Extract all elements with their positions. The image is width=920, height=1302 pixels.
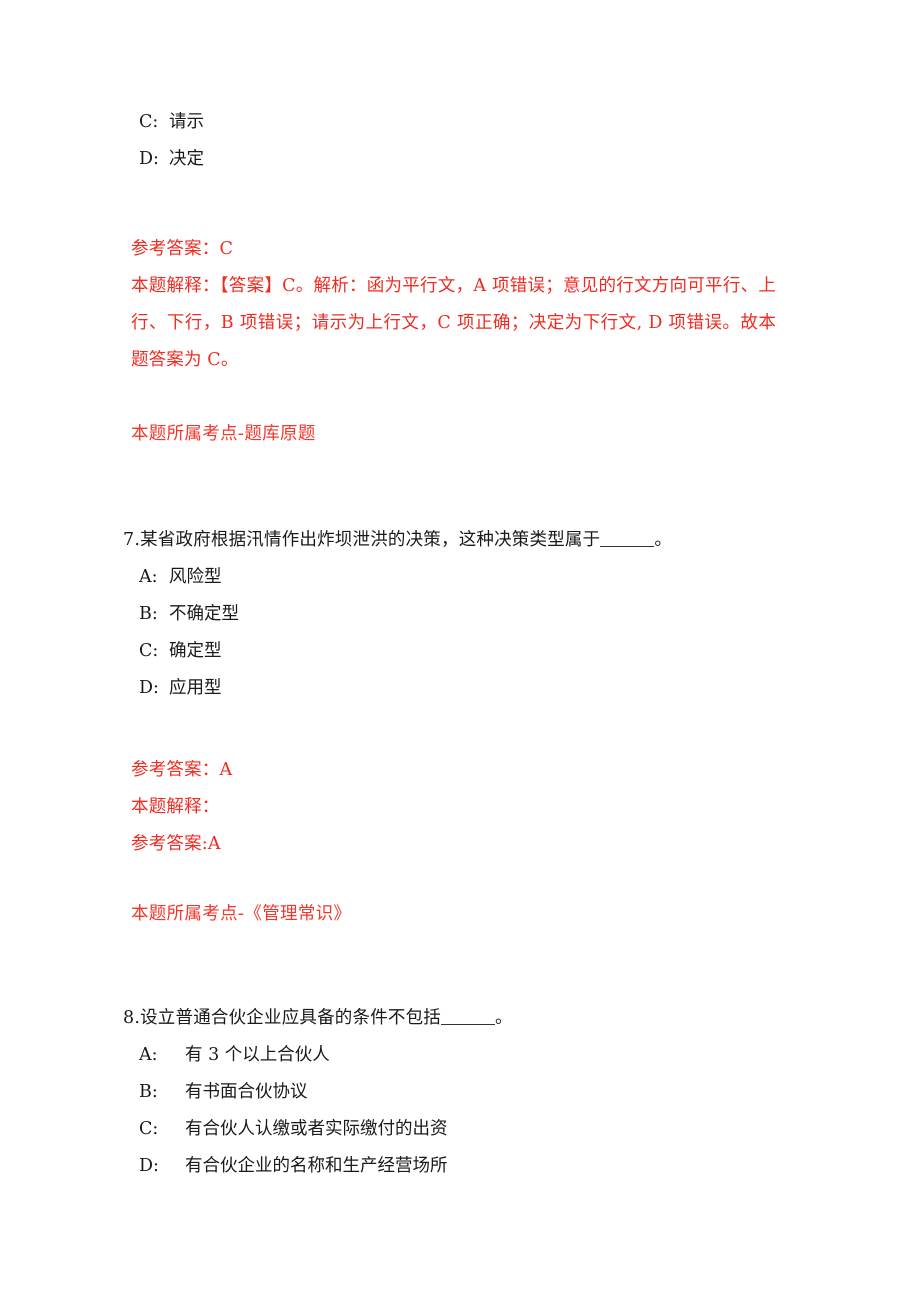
option-item: C: 确定型 bbox=[131, 633, 779, 670]
option-label: D: bbox=[139, 149, 159, 169]
option-text: 不确定型 bbox=[169, 604, 239, 624]
answer-repeat: 参考答案:A bbox=[131, 834, 221, 854]
answer-label: 参考答案：A bbox=[131, 760, 233, 780]
fill-in-blank bbox=[441, 1024, 496, 1025]
option-text: 有合伙人认缴或者实际缴付的出资 bbox=[185, 1119, 448, 1139]
answer-explanation: 本题解释：【答案】C。解析：函为平行文，A 项错误；意见的行文方向可平行、上行、… bbox=[131, 276, 776, 370]
option-text: 决定 bbox=[169, 149, 204, 169]
question-stem-text: 某省政府根据汛情作出炸坝泄洪的决策，这种决策类型属于 bbox=[140, 530, 601, 550]
question-stem-tail: 。 bbox=[495, 1008, 513, 1028]
option-text: 请示 bbox=[169, 112, 204, 132]
option-item: D: 决定 bbox=[131, 141, 779, 178]
option-item: D: 有合伙企业的名称和生产经营场所 bbox=[131, 1148, 779, 1185]
option-item: D: 应用型 bbox=[131, 670, 779, 707]
option-item: B: 不确定型 bbox=[131, 596, 779, 633]
option-text: 风险型 bbox=[169, 567, 222, 587]
question7-options: A: 风险型 B: 不确定型 C: 确定型 D: 应用型 bbox=[131, 559, 779, 707]
question7-answer-block: 参考答案：A 本题解释： 参考答案:A bbox=[131, 752, 779, 863]
option-label: C: bbox=[139, 112, 159, 132]
question8-stem: 8.设立普通合伙企业应具备的条件不包括 。 bbox=[123, 1000, 779, 1037]
option-label: B: bbox=[139, 1082, 158, 1102]
question-number: 7. bbox=[123, 530, 141, 550]
option-label: C: bbox=[139, 641, 159, 661]
option-text: 有合伙企业的名称和生产经营场所 bbox=[185, 1156, 448, 1176]
option-label: C: bbox=[139, 1119, 159, 1139]
question-stem-text: 设立普通合伙企业应具备的条件不包括 bbox=[140, 1008, 442, 1028]
question7-stem: 7.某省政府根据汛情作出炸坝泄洪的决策，这种决策类型属于 。 bbox=[123, 522, 779, 559]
option-label: B: bbox=[139, 604, 158, 624]
option-text: 有书面合伙协议 bbox=[185, 1082, 308, 1102]
option-text: 应用型 bbox=[169, 678, 222, 698]
option-item: C: 请示 bbox=[131, 104, 779, 141]
fill-in-blank bbox=[600, 546, 655, 547]
option-item: A: 风险型 bbox=[131, 559, 779, 596]
answer-label: 参考答案：C bbox=[131, 239, 234, 259]
question6-options: C: 请示 D: 决定 bbox=[131, 104, 779, 178]
question-stem-tail: 。 bbox=[654, 530, 673, 550]
question7-kaodian: 本题所属考点-《管理常识》 bbox=[131, 904, 352, 924]
explanation-label: 本题解释： bbox=[131, 797, 220, 817]
option-text: 确定型 bbox=[169, 641, 222, 661]
option-item: A: 有 3 个以上合伙人 bbox=[131, 1037, 779, 1074]
question-number: 8. bbox=[123, 1008, 141, 1028]
document-content: C: 请示 D: 决定 参考答案：C 本题解释：【答案】C。解析：函为平行文，A 项… bbox=[123, 104, 779, 1185]
option-label: D: bbox=[139, 1156, 159, 1176]
document-page: C: 请示 D: 决定 参考答案：C 本题解释：【答案】C。解析：函为平行文，A 项… bbox=[0, 0, 920, 1302]
option-label: A: bbox=[139, 1045, 158, 1065]
option-item: B: 有书面合伙协议 bbox=[131, 1074, 779, 1111]
question8-options: A: 有 3 个以上合伙人 B: 有书面合伙协议 C: 有合伙人认缴或者实际缴付的出资… bbox=[131, 1037, 779, 1185]
option-item: C: 有合伙人认缴或者实际缴付的出资 bbox=[131, 1111, 779, 1148]
question6-kaodian: 本题所属考点-题库原题 bbox=[131, 424, 316, 444]
option-label: A: bbox=[139, 567, 158, 587]
option-label: D: bbox=[139, 678, 159, 698]
option-text: 有 3 个以上合伙人 bbox=[185, 1045, 330, 1065]
question6-answer-block: 参考答案：C 本题解释：【答案】C。解析：函为平行文，A 项错误；意见的行文方向… bbox=[131, 231, 779, 379]
